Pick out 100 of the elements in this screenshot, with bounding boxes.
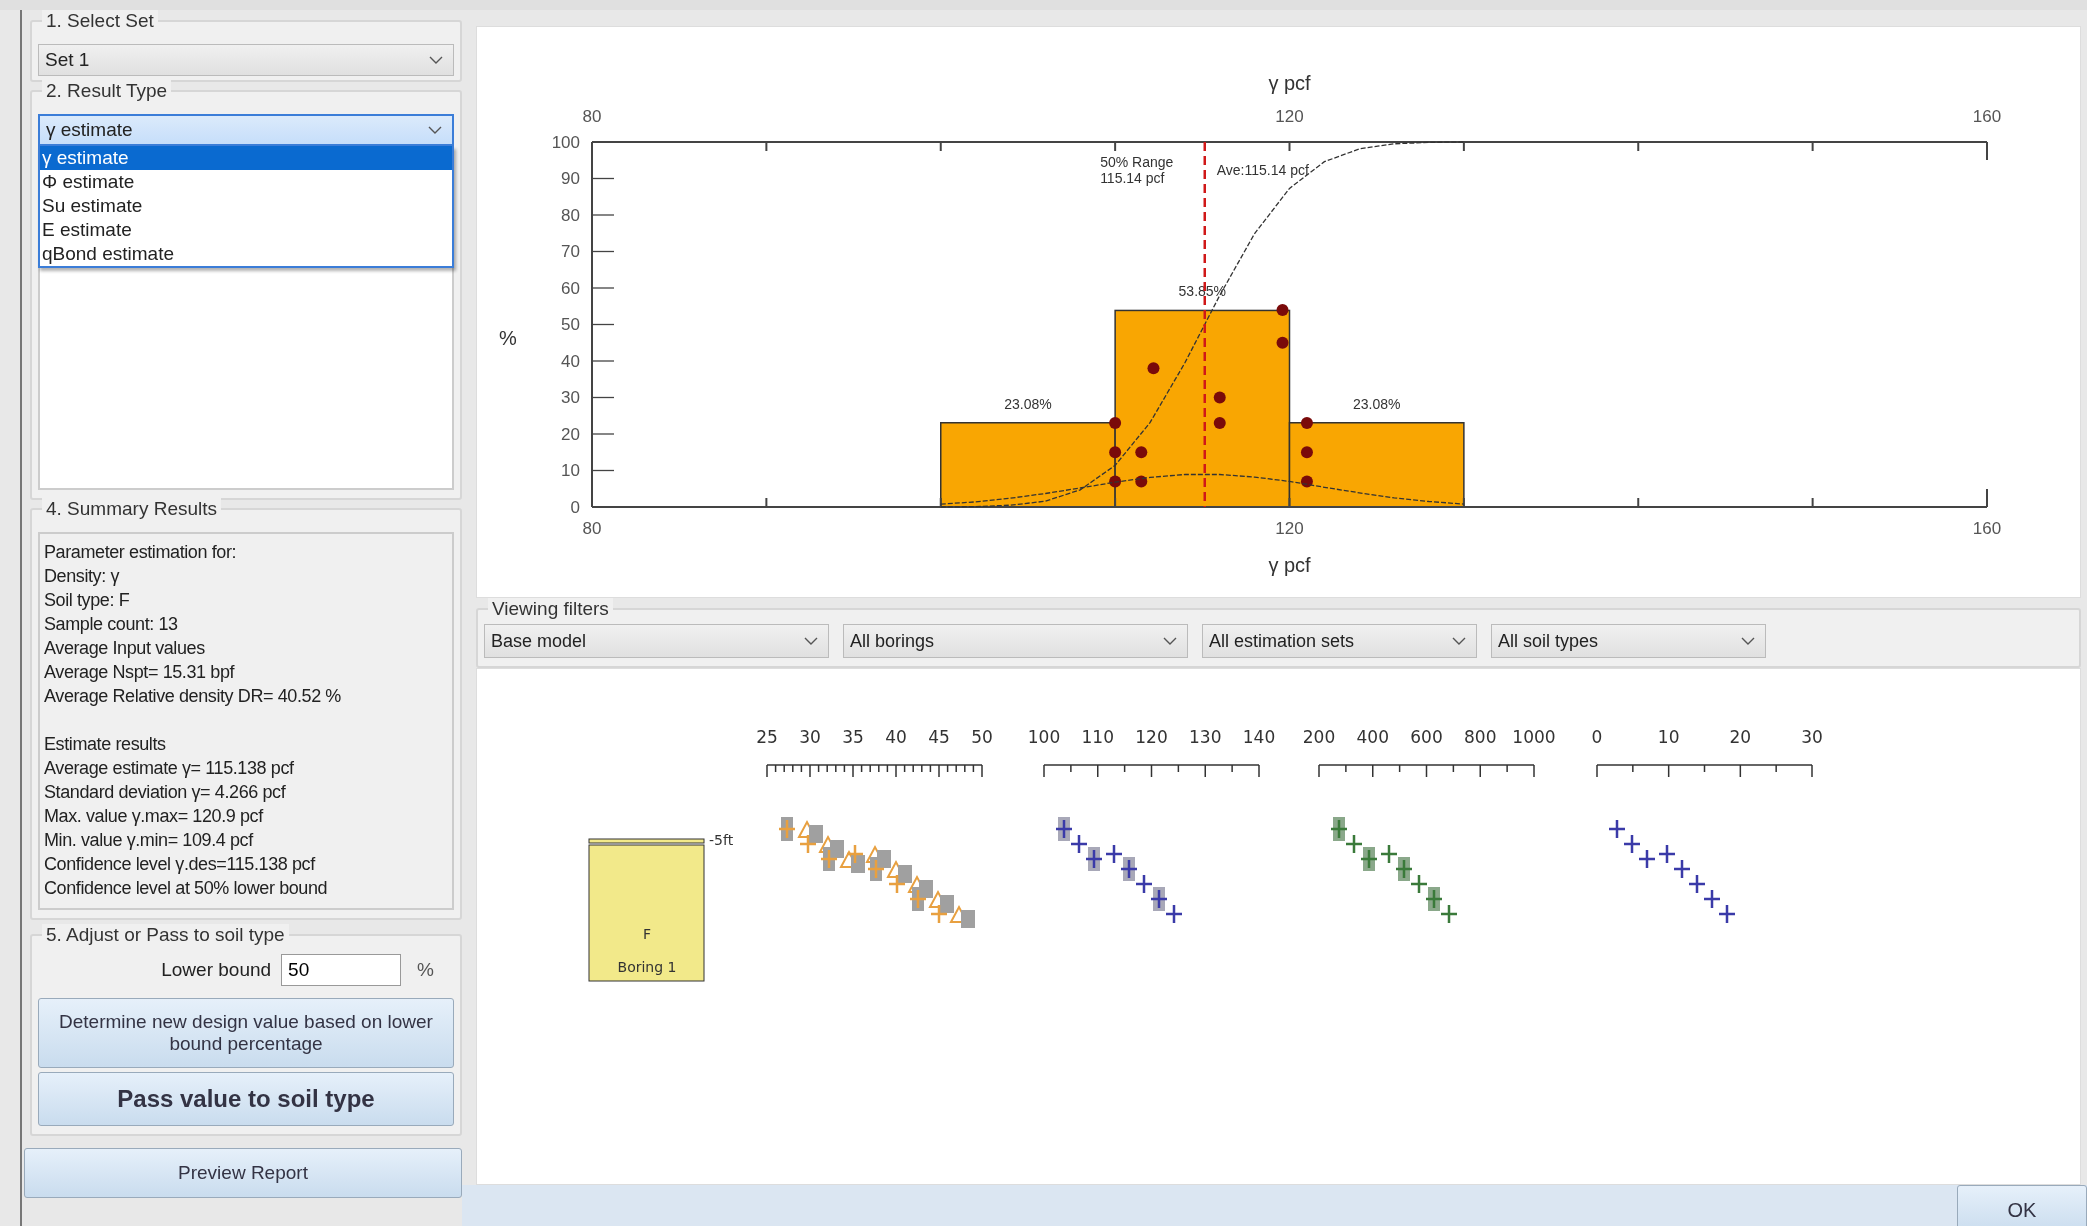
data-point (1109, 417, 1122, 430)
bar-value-label: 23.08% (1004, 395, 1052, 412)
chart-annotation: 50% Range (1100, 154, 1174, 170)
scale-tick-label: 110 (1081, 727, 1114, 747)
data-point (1300, 417, 1313, 430)
dropdown-option[interactable]: γ estimate (40, 146, 452, 170)
summary-line: Sample count: 13 (44, 613, 179, 636)
top-axis-title: γ pcf (1268, 72, 1311, 94)
x-tick-label: 80 (582, 519, 602, 538)
scale-tick-label: 40 (885, 727, 907, 747)
y-tick-label: 80 (561, 205, 580, 225)
summary-line: Average Input values (44, 637, 206, 660)
dropdown[interactable]: All estimation sets (1202, 624, 1477, 658)
scale-tick-label: 30 (799, 727, 821, 747)
y-tick-label: 90 (561, 169, 580, 188)
group-title: 5. Adjust or Pass to soil type (42, 924, 289, 946)
action-button[interactable]: Determine new design value based on lower bound percentage (38, 998, 454, 1068)
data-point (1300, 446, 1313, 459)
dropdown-option[interactable]: Su estimate (40, 194, 452, 218)
y-tick-label: 100 (551, 132, 580, 152)
dropdown[interactable]: Set 1 (38, 44, 454, 76)
y-tick-label: 50 (561, 315, 580, 334)
scale-tick-label: 100 (1027, 727, 1061, 747)
x-tick-label: 120 (1275, 519, 1304, 538)
preview-report-button[interactable]: Preview Report (24, 1148, 462, 1198)
scale-tick-label: 35 (842, 727, 864, 747)
dropdown[interactable]: Base model (484, 624, 829, 658)
scale-tick-label: 10 (1657, 727, 1680, 747)
top-tick-label: 120 (1275, 107, 1304, 126)
boring-label: Boring 1 (617, 959, 677, 975)
y-axis-title: % (499, 327, 517, 349)
summary-line: Density: γ (44, 565, 121, 588)
chevron-down-icon (429, 56, 443, 64)
summary-line: Average Nspt= 15.31 bpf (44, 661, 236, 684)
summary-line: Max. value γ.max= 120.9 pcf (44, 805, 265, 828)
top-tick-label: 80 (582, 107, 602, 126)
scale-tick-label: 0 (1591, 727, 1603, 747)
dropdown-option[interactable]: qBond estimate (40, 242, 452, 266)
y-tick-label: 40 (561, 351, 580, 371)
scale-tick-label: 20 (1729, 727, 1752, 747)
top-tick-label: 160 (1972, 107, 2002, 126)
ok-button[interactable]: OK (1957, 1185, 2087, 1226)
chevron-down-icon (1741, 637, 1755, 645)
data-point (1276, 336, 1289, 349)
summary-line: Parameter estimation for: (44, 541, 238, 564)
dropdown[interactable]: γ estimate (38, 114, 454, 146)
chart-annotation: Ave:115.14 pcf (1216, 162, 1309, 178)
scale-tick-label: 120 (1135, 727, 1168, 747)
depth-label: -5ft (709, 832, 734, 848)
scale-tick-label: 800 (1464, 727, 1497, 747)
summary-line: Soil type: F (44, 589, 131, 612)
field-label: Lower bound (161, 959, 272, 981)
x-axis-title: γ pcf (1268, 554, 1311, 576)
group-title: Viewing filters (488, 598, 613, 620)
data-point (1300, 475, 1313, 488)
chevron-down-icon (804, 637, 818, 645)
data-point (1276, 303, 1289, 316)
dropdown[interactable]: All soil types (1491, 624, 1766, 658)
y-tick-label: 0 (570, 497, 580, 517)
scale-tick-label: 200 (1302, 727, 1336, 747)
scale-tick-label: 400 (1356, 727, 1389, 747)
chevron-down-icon (1163, 637, 1177, 645)
chart-annotation: 115.14 pcf (1100, 170, 1165, 186)
data-point (1135, 446, 1148, 459)
scale-tick-label: 25 (756, 727, 778, 747)
data-point (1109, 446, 1122, 459)
lower-bound-field[interactable]: 50 (281, 954, 402, 986)
dropdown-option[interactable]: E estimate (40, 218, 452, 242)
dropdown-option[interactable]: Φ estimate (40, 170, 452, 194)
summary-line: Average estimate γ= 115.138 pcf (44, 757, 295, 780)
bar-value-label: 53.85% (1178, 283, 1227, 300)
scale-tick-label: 130 (1189, 727, 1222, 747)
summary-line: Average Relative density DR= 40.52 % (44, 685, 342, 708)
y-tick-label: 10 (561, 461, 580, 480)
scale-tick-label: 45 (928, 727, 950, 747)
unit-label: % (417, 959, 434, 981)
group-title: 2. Result Type (42, 80, 172, 102)
scale-tick-label: 50 (971, 727, 993, 747)
chevron-down-icon (428, 126, 442, 134)
x-tick-label: 160 (1972, 519, 2002, 538)
summary-line: Min. value γ.min= 109.4 pcf (44, 829, 255, 852)
scale-tick-label: 140 (1242, 727, 1276, 747)
chevron-down-icon (1452, 637, 1466, 645)
y-tick-label: 30 (561, 388, 580, 407)
data-point (1109, 475, 1122, 488)
action-button[interactable]: Pass value to soil type (38, 1072, 454, 1126)
scale-tick-label: 30 (1801, 727, 1823, 747)
group-title: 4. Summary Results (42, 498, 222, 520)
data-point (1135, 475, 1148, 488)
dropdown[interactable]: All borings (843, 624, 1188, 658)
soil-label: F (642, 926, 652, 942)
summary-line: Confidence level γ.des=115.138 pcf (44, 853, 317, 876)
data-point (1213, 391, 1226, 404)
summary-line: Estimate results (44, 733, 167, 756)
y-tick-label: 20 (561, 424, 580, 444)
y-tick-label: 60 (561, 278, 580, 298)
summary-line: Standard deviation γ= 4.266 pcf (44, 781, 287, 804)
summary-line: Confidence level at 50% lower bound (44, 877, 329, 900)
data-point (1147, 362, 1160, 375)
scale-tick-label: 600 (1410, 727, 1443, 747)
